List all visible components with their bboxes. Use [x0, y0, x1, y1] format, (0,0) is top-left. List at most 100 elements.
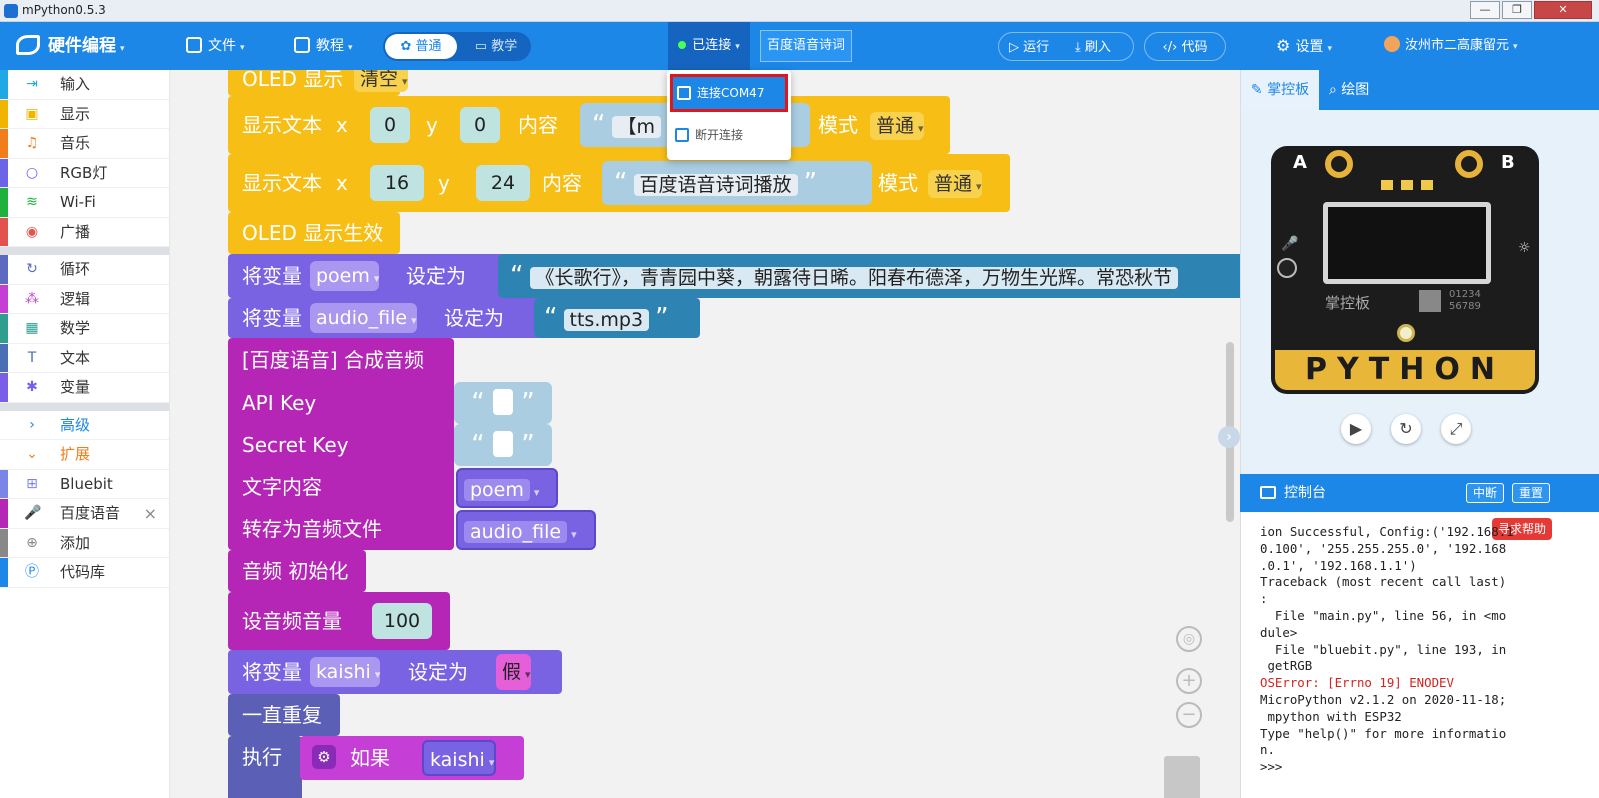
board-mic-button[interactable]	[1277, 258, 1297, 278]
show2-x-input[interactable]: 16	[370, 165, 424, 201]
run-button[interactable]: ▷ 运行	[1009, 33, 1049, 62]
tutorial-menu[interactable]: 教程 ▾	[294, 22, 353, 70]
app-menu[interactable]: 硬件编程 ▾	[16, 22, 125, 70]
sidebar-item-items-0[interactable]: ⇥ 输入	[0, 70, 169, 100]
sidebar-item-items3-0[interactable]: ⊞ Bluebit	[0, 469, 169, 499]
block-label: 显示文本	[242, 113, 322, 137]
play-button[interactable]: ▶	[1341, 414, 1371, 444]
var-kaishi-dropdown[interactable]: kaishi	[310, 657, 381, 687]
connect-com-item[interactable]: 连接COM47	[670, 74, 788, 112]
reset-button[interactable]: 重置	[1512, 483, 1551, 503]
console-line: mpython with ESP32	[1260, 708, 1402, 724]
zoom-out-icon[interactable]: −	[1176, 702, 1202, 728]
show2-mode-dropdown[interactable]: 普通	[928, 170, 982, 198]
sidebar-item-items3-3[interactable]: Ⓟ 代码库	[0, 558, 169, 588]
block-oled-show[interactable]: OLED 显示生效	[228, 212, 400, 254]
disconnect-item[interactable]: 断开连接	[673, 120, 785, 150]
show2-text-block[interactable]: “ 百度语音诗词播放 ”	[602, 161, 872, 205]
sidebar-item-advanced[interactable]: › 高级	[0, 411, 169, 440]
block-oled-clear[interactable]: OLED 显示 清空	[228, 70, 408, 96]
block-show-text-2[interactable]: 显示文本 x 16 y 24 内容 “ 百度语音诗词播放 ” 模式 普通	[228, 154, 1010, 212]
sidebar-item-extend[interactable]: ⌄ 扩展	[0, 440, 169, 470]
board-simulator: A B 掌控板 01234 56789 🎤 ☼ PYTHON ▶ ↻ ⤢	[1241, 110, 1599, 474]
zoom-in-icon[interactable]: +	[1176, 668, 1202, 694]
code-button[interactable]: ‹/› 代码	[1144, 32, 1226, 61]
sidebar-item-items-3[interactable]: ○ RGB灯	[0, 158, 169, 188]
block-if[interactable]: ⚙ 如果 kaishi	[300, 736, 524, 780]
sidebar-item-items-1[interactable]: ▣ 显示	[0, 99, 169, 129]
trash-icon[interactable]	[1164, 756, 1200, 798]
text-content-var[interactable]: poem	[456, 468, 558, 508]
var-poem-dropdown[interactable]: poem	[310, 261, 380, 291]
user-menu[interactable]: 汝州市二高康留元 ▾	[1384, 22, 1518, 70]
interrupt-button[interactable]: 中断	[1466, 483, 1505, 503]
block-set-kaishi[interactable]: 将变量 kaishi 设定为 假	[228, 650, 562, 694]
api-key-input[interactable]: “ ”	[454, 382, 552, 424]
file-menu[interactable]: 文件 ▾	[186, 22, 245, 70]
block-forever[interactable]: 一直重复	[228, 694, 340, 736]
mode-teach-button[interactable]: ▭ 教学	[463, 32, 529, 61]
poem-text-value[interactable]: 《长歌行》，青青园中葵，朝露待日晞。阳春布德泽，万物生光辉。常恐秋节	[529, 267, 1179, 289]
settings-menu[interactable]: ⚙ 设置 ▾	[1276, 22, 1332, 70]
sidebar-item-items2-0[interactable]: ↻ 循环	[0, 255, 169, 285]
sidebar-item-items2-4[interactable]: ✱ 变量	[0, 373, 169, 403]
block-set-volume[interactable]: 设音频音量 100	[228, 592, 450, 650]
show1-mode-dropdown[interactable]: 普通	[870, 112, 924, 140]
tab-draw[interactable]: ⌕ 绘图	[1329, 70, 1369, 110]
restore-button[interactable]: ❐	[1502, 1, 1532, 19]
connect-icon	[677, 86, 691, 100]
sidebar-item-items2-2[interactable]: ▦ 数学	[0, 314, 169, 344]
minimize-button[interactable]: —	[1470, 1, 1500, 19]
show1-y-input[interactable]: 0	[460, 107, 500, 143]
connection-menu[interactable]: 已连接 ▾	[668, 22, 750, 70]
block-set-audio[interactable]: 将变量 audio_file 设定为 “ tts.mp3 ”	[228, 298, 700, 338]
fullscreen-button[interactable]: ⤢	[1441, 414, 1471, 444]
code-icon: ‹/›	[1162, 40, 1182, 55]
sidebar-item-items-2[interactable]: ♫ 音乐	[0, 129, 169, 159]
block-show-text-1[interactable]: 显示文本 x 0 y 0 内容 “ 【m 模式 普通	[228, 96, 950, 154]
close-button[interactable]: ✕	[1534, 1, 1592, 19]
show2-text-value[interactable]: 百度语音诗词播放	[633, 174, 798, 196]
show1-x-input[interactable]: 0	[370, 107, 410, 143]
if-condition-var[interactable]: kaishi	[422, 740, 497, 776]
sidebar-item-items-5[interactable]: ◉ 广播	[0, 217, 169, 247]
block-set-poem[interactable]: 将变量 poem 设定为 “ 《长歌行》，青青园中葵，朝露待日晞。阳春布德泽，万…	[228, 254, 1240, 298]
flash-icon: ⤓	[1075, 40, 1085, 55]
secret-key-input[interactable]: “ ”	[454, 424, 552, 466]
volume-input[interactable]: 100	[372, 603, 432, 639]
var-audio-dropdown[interactable]: audio_file	[310, 303, 417, 333]
show1-text-value[interactable]: 【m	[611, 116, 662, 138]
audio-text-block[interactable]: “ tts.mp3 ”	[534, 298, 700, 338]
sidebar-item-items3-1[interactable]: 🎤 百度语音 ×	[0, 499, 169, 529]
poem-text-block[interactable]: “ 《长歌行》，青青园中葵，朝露待日晞。阳春布德泽，万物生光辉。常恐秋节	[498, 254, 1240, 298]
false-dropdown[interactable]: 假	[496, 654, 531, 690]
console-line: File "bluebit.py", line 193, in	[1260, 641, 1507, 657]
show2-y-input[interactable]: 24	[476, 165, 530, 201]
sidebar-item-items2-1[interactable]: ⁂ 逻辑	[0, 284, 169, 314]
recenter-icon[interactable]: ◎	[1176, 626, 1202, 652]
block-audio-init[interactable]: 音频 初始化	[228, 550, 366, 592]
board-button-b[interactable]: B	[1501, 152, 1515, 173]
category-color-bar	[0, 255, 8, 284]
sidebar-item-items2-3[interactable]: T 文本	[0, 343, 169, 373]
block-label: 一直重复	[242, 703, 322, 727]
oled-clear-mode-dropdown[interactable]: 清空	[354, 70, 408, 92]
console-output[interactable]: ion Successful, Config:('192.168.1 0.100'…	[1260, 524, 1590, 776]
restart-button[interactable]: ↻	[1391, 414, 1421, 444]
block-baidu-tts[interactable]: [百度语音] 合成音频 API Key Secret Key 文字内容 转存为音…	[228, 338, 454, 550]
remove-extension-icon[interactable]: ×	[144, 499, 157, 528]
board-button-a[interactable]: A	[1293, 152, 1307, 173]
flash-button[interactable]: ⤓ 刷入	[1075, 33, 1111, 62]
category-icon: ⊕	[26, 534, 38, 551]
audio-text-value[interactable]: tts.mp3	[563, 309, 650, 331]
tab-board[interactable]: ✎ 掌控板	[1241, 70, 1319, 110]
block-workspace[interactable]: OLED 显示 清空 显示文本 x 0 y 0 内容 “ 【m 模式 普通 显示…	[170, 70, 1240, 798]
project-name[interactable]: 百度语音诗词	[760, 30, 853, 62]
sidebar-item-items3-2[interactable]: ⊕ 添加	[0, 528, 169, 558]
save-as-var[interactable]: audio_file	[456, 510, 596, 550]
mode-normal-button[interactable]: ✿ 普通	[385, 34, 457, 59]
sidebar-item-items-4[interactable]: ≋ Wi-Fi	[0, 188, 169, 218]
collapse-panel-icon[interactable]: ›	[1218, 426, 1240, 448]
block-forever-do[interactable]: 执行	[228, 736, 302, 798]
search-icon: ⌕	[1329, 82, 1342, 98]
